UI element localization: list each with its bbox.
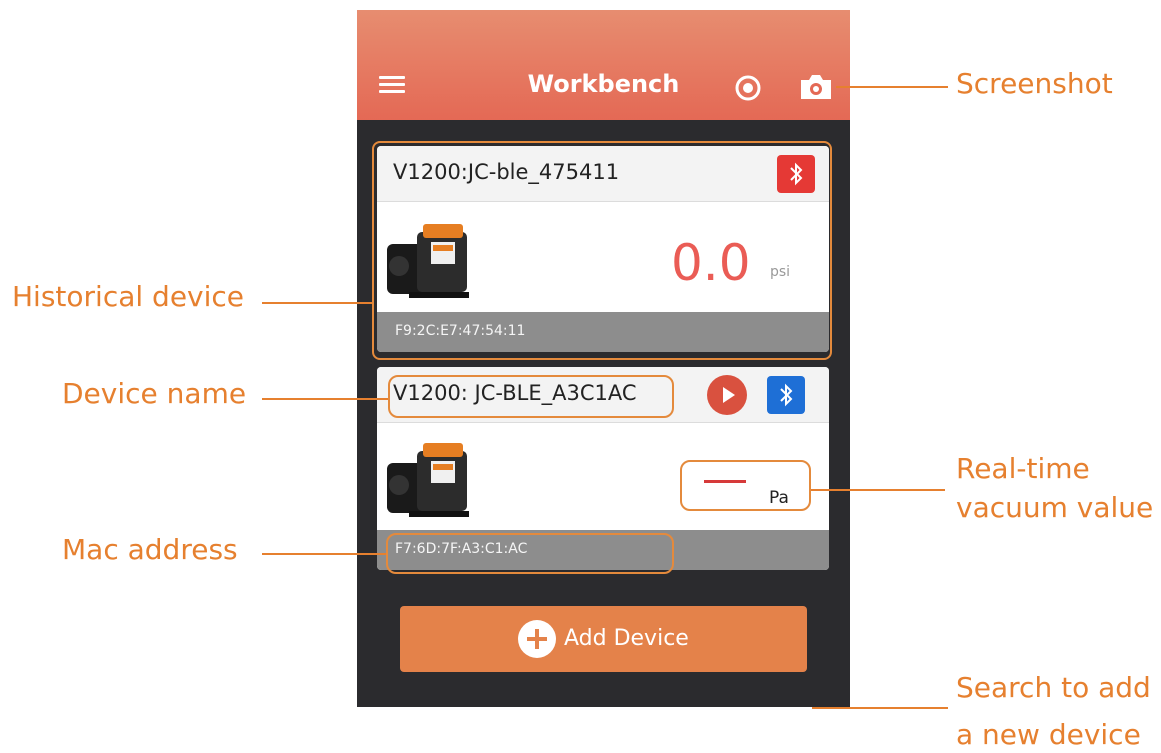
annotation-mac-address: Mac address: [62, 533, 238, 566]
leader-line-mac-address: [262, 553, 386, 555]
plus-circle-icon: [518, 620, 556, 658]
leader-line-search: [812, 707, 948, 709]
highlight-realtime-value: [680, 460, 811, 511]
play-button[interactable]: [707, 375, 747, 415]
annotation-device-name: Device name: [62, 377, 247, 410]
leader-line-device-name: [262, 398, 388, 400]
add-device-label: Add Device: [564, 626, 689, 651]
annotation-search-line1: Search to add: [956, 671, 1151, 704]
add-device-button[interactable]: Add Device: [400, 606, 807, 672]
leader-line-historical-device: [262, 302, 372, 304]
hamburger-menu-icon[interactable]: [379, 76, 405, 94]
annotation-search-line2: a new device: [956, 718, 1141, 751]
vacuum-pump-image: [387, 443, 469, 517]
annotation-realtime-line1: Real-time: [956, 452, 1090, 485]
leader-line-realtime: [811, 489, 945, 491]
record-icon[interactable]: [734, 74, 762, 102]
app-title: Workbench: [527, 70, 680, 98]
app-bar: Workbench: [357, 10, 850, 120]
highlight-mac-address: [386, 533, 674, 574]
annotation-realtime-line2: vacuum value: [956, 491, 1154, 524]
highlight-historical-device: [372, 141, 832, 360]
leader-line-screenshot: [836, 86, 948, 88]
play-icon: [723, 387, 735, 403]
bluetooth-icon[interactable]: [767, 376, 805, 414]
camera-icon[interactable]: [798, 72, 834, 102]
annotation-screenshot: Screenshot: [956, 67, 1113, 100]
annotation-historical-device: Historical device: [12, 280, 245, 313]
highlight-device-name: [388, 375, 674, 418]
